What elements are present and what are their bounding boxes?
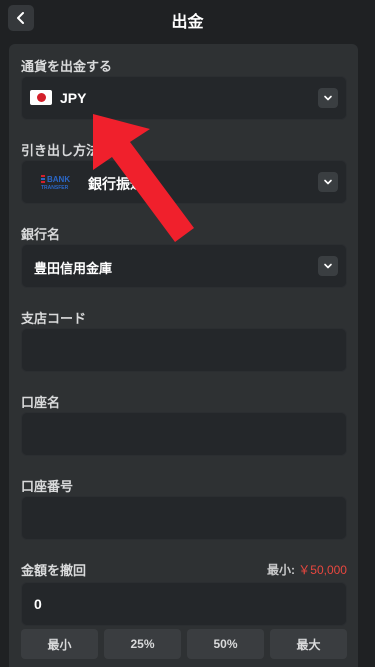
account-name-input[interactable]	[21, 412, 347, 456]
branch-code-label: 支店コード	[21, 311, 87, 326]
quick-amount-max-button[interactable]: 最大	[270, 629, 347, 659]
chevron-down-icon[interactable]	[318, 88, 338, 108]
amount-label: 金額を撤回	[21, 563, 87, 578]
bank-name-label: 銀行名	[21, 227, 61, 242]
currency-value: JPY	[60, 90, 87, 106]
transfer-logo-text: TRANSFER	[41, 185, 69, 191]
amount-input[interactable]: 0	[21, 582, 347, 626]
withdraw-method-label: 引き出し方法	[21, 143, 100, 158]
bank-logo-text: BANK	[47, 175, 70, 184]
currency-label: 通貨を出金する	[21, 59, 113, 74]
bank-name-select[interactable]: 豊田信用金庫	[21, 244, 347, 288]
withdraw-method-value: 銀行振込	[88, 176, 144, 192]
account-number-label: 口座番号	[21, 479, 74, 494]
chevron-down-icon[interactable]	[318, 172, 338, 192]
currency-select[interactable]: JPY	[21, 76, 347, 120]
account-number-input[interactable]	[21, 496, 347, 540]
amount-value: 0	[34, 596, 42, 612]
bank-transfer-logo-icon: BANK TRANSFER	[41, 175, 70, 191]
branch-code-input[interactable]	[21, 328, 347, 372]
withdraw-method-select[interactable]: BANK TRANSFER 銀行振込	[21, 160, 347, 204]
page-title: 出金	[171, 14, 204, 31]
bank-name-value: 豊田信用金庫	[34, 261, 113, 276]
top-bar: 出金	[0, 0, 375, 36]
quick-amount-25-button[interactable]: 25%	[104, 629, 181, 659]
quick-amount-min-button[interactable]: 最小	[21, 629, 98, 659]
minimum-prefix: 最小:	[266, 563, 295, 577]
japan-flag-icon	[30, 90, 52, 105]
minimum-amount: 最小: ￥50,000	[267, 561, 347, 578]
chevron-down-icon[interactable]	[318, 256, 338, 276]
account-name-label: 口座名	[21, 395, 61, 410]
minimum-value: ￥50,000	[298, 563, 347, 577]
quick-amount-50-button[interactable]: 50%	[187, 629, 264, 659]
